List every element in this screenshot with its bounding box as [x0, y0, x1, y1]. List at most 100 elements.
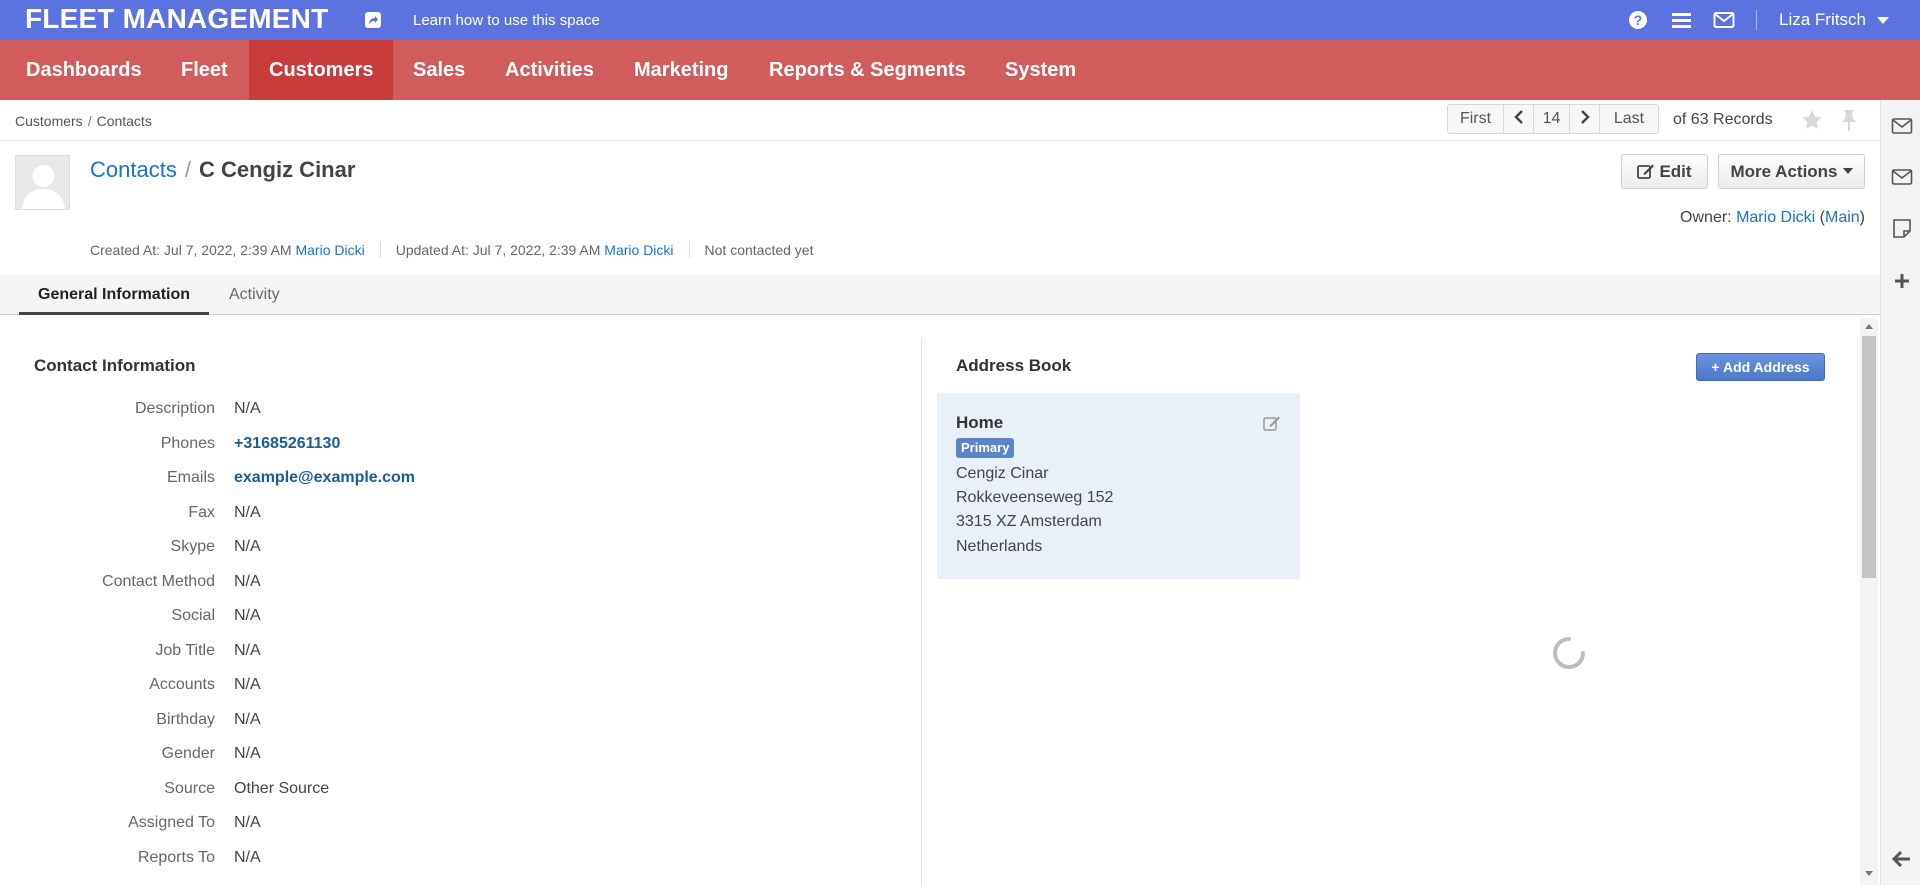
learn-link[interactable]: Learn how to use this space — [413, 12, 600, 29]
pin-icon[interactable] — [1838, 108, 1860, 132]
field-label: Assigned To — [128, 814, 215, 831]
created-by-link[interactable]: Mario Dicki — [295, 242, 364, 258]
scroll-thumb[interactable] — [1862, 336, 1876, 578]
chevron-left-icon — [1513, 110, 1523, 124]
more-actions-button[interactable]: More Actions — [1718, 154, 1865, 189]
nav-dashboards[interactable]: Dashboards — [6, 40, 162, 100]
field-value: N/A — [234, 538, 261, 555]
email-link[interactable]: example@example.com — [234, 469, 415, 487]
tab-bar: General Information Activity — [0, 275, 1880, 315]
address-line: Netherlands — [956, 538, 1043, 555]
updated-by-link[interactable]: Mario Dicki — [604, 242, 673, 258]
column-divider — [921, 338, 922, 885]
record-pager: First 14 Last — [1447, 104, 1659, 134]
share-icon[interactable] — [364, 11, 382, 29]
owner-unit-link[interactable]: Main — [1825, 209, 1860, 226]
address-line: Rokkeveenseweg 152 — [956, 489, 1114, 506]
nav-reports-segments[interactable]: Reports & Segments — [749, 40, 986, 100]
nav-customers[interactable]: Customers — [249, 40, 393, 100]
help-icon[interactable]: ? — [1628, 10, 1648, 30]
nav-marketing[interactable]: Marketing — [614, 40, 748, 100]
field-value: N/A — [234, 573, 261, 590]
edit-icon[interactable] — [1263, 415, 1281, 431]
field-value: N/A — [234, 642, 261, 659]
tab-activity[interactable]: Activity — [210, 275, 299, 315]
field-value: N/A — [234, 745, 261, 762]
top-divider — [1756, 10, 1757, 30]
pager-prev-button[interactable] — [1504, 105, 1534, 133]
owner-label: Owner: — [1680, 209, 1732, 226]
field-label: Social — [171, 607, 215, 624]
nav-fleet[interactable]: Fleet — [161, 40, 248, 100]
field-value: N/A — [234, 814, 261, 831]
svg-text:?: ? — [1634, 12, 1643, 28]
field-value: N/A — [234, 504, 261, 521]
field-label: Skype — [170, 538, 215, 555]
chevron-down-icon — [1842, 168, 1853, 174]
nav-system[interactable]: System — [985, 40, 1096, 100]
field-label: Birthday — [156, 711, 215, 728]
field-label: Phones — [160, 435, 215, 452]
address-card: Home Primary Cengiz Cinar Rokkeveenseweg… — [937, 393, 1300, 579]
contact-info-title: Contact Information — [34, 356, 196, 375]
breadcrumb-customers[interactable]: Customers — [15, 113, 83, 129]
breadcrumb-contacts[interactable]: Contacts — [97, 113, 152, 129]
field-label: Fax — [188, 504, 215, 521]
avatar — [15, 155, 70, 210]
contact-name: C Cengiz Cinar — [198, 157, 356, 182]
created-at-text: Created At: Jul 7, 2022, 2:39 AM — [90, 242, 292, 258]
field-label: Emails — [166, 469, 215, 486]
menu-icon[interactable] — [1671, 10, 1692, 30]
field-label: Description — [134, 400, 215, 417]
title-separator: / — [184, 157, 191, 182]
breadcrumb-separator: / — [87, 113, 92, 129]
field-value: N/A — [234, 607, 261, 624]
app-brand[interactable]: FLEET MANAGEMENT — [25, 3, 328, 35]
breadcrumb: Customers / Contacts — [15, 113, 152, 129]
note-icon[interactable] — [1891, 218, 1913, 238]
chevron-down-icon[interactable] — [1877, 17, 1889, 24]
pager-first-button[interactable]: First — [1448, 105, 1504, 133]
top-bar: FLEET MANAGEMENT Learn how to use this s… — [0, 0, 1920, 40]
field-label: Job Title — [155, 642, 215, 659]
contact-status: Not contacted yet — [704, 242, 814, 258]
arrow-left-icon[interactable] — [1891, 849, 1913, 869]
title-parent-link[interactable]: Contacts — [90, 157, 177, 182]
edit-button-label: Edit — [1659, 162, 1692, 181]
address-line: Cengiz Cinar — [956, 465, 1049, 482]
mail-icon[interactable] — [1713, 10, 1735, 30]
star-icon[interactable] — [1800, 108, 1824, 132]
updated-at: Updated At: Jul 7, 2022, 2:39 AM Mario D… — [396, 242, 690, 258]
field-label: Contact Method — [102, 573, 215, 590]
mail-icon[interactable] — [1891, 116, 1913, 136]
more-actions-label: More Actions — [1730, 162, 1838, 181]
side-rail — [1880, 100, 1920, 885]
record-meta: Created At: Jul 7, 2022, 2:39 AM Mario D… — [90, 242, 843, 258]
owner-link[interactable]: Mario Dicki — [1736, 209, 1815, 226]
pager-last-button[interactable]: Last — [1600, 105, 1658, 133]
address-book-title: Address Book — [956, 356, 1072, 375]
field-label: Accounts — [149, 676, 215, 693]
mail-icon[interactable] — [1891, 167, 1913, 187]
edit-button[interactable]: Edit — [1621, 154, 1708, 189]
tab-general-information[interactable]: General Information — [19, 275, 210, 315]
scroll-down-icon[interactable] — [1865, 871, 1873, 876]
content-scrollbar[interactable] — [1860, 318, 1878, 885]
pager-next-button[interactable] — [1570, 105, 1600, 133]
field-value: Other Source — [234, 780, 330, 797]
created-at: Created At: Jul 7, 2022, 2:39 AM Mario D… — [90, 242, 381, 258]
primary-badge: Primary — [956, 438, 1015, 458]
main-nav: Dashboards Fleet Customers Sales Activit… — [0, 40, 1920, 100]
address-type: Home — [956, 413, 1004, 432]
user-placeholder-icon — [22, 165, 65, 209]
pager-current-page[interactable]: 14 — [1534, 105, 1570, 133]
nav-activities[interactable]: Activities — [485, 40, 614, 100]
user-menu[interactable]: Liza Fritsch — [1779, 10, 1866, 30]
nav-sales[interactable]: Sales — [393, 40, 485, 100]
plus-icon[interactable] — [1891, 271, 1913, 291]
add-address-button[interactable]: + Add Address — [1696, 353, 1825, 381]
address-line: 3315 XZ Amsterdam — [956, 513, 1102, 530]
records-count: of 63 Records — [1673, 111, 1773, 128]
scroll-up-icon[interactable] — [1865, 324, 1873, 329]
phone-link[interactable]: +31685261130 — [234, 435, 340, 453]
